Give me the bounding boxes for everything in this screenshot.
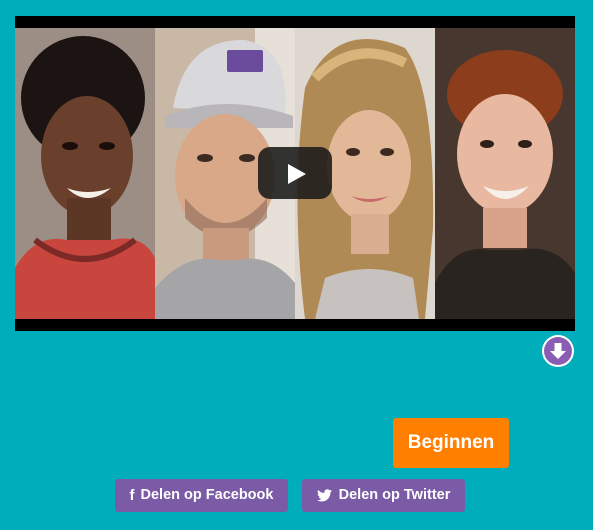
share-facebook-label: Delen op Facebook: [140, 487, 274, 503]
person-portrait-icon: [435, 28, 575, 319]
video-player[interactable]: [15, 16, 575, 331]
video-thumbnail-frame-1: [15, 28, 155, 319]
scroll-down-button[interactable]: [544, 337, 572, 365]
share-facebook-button[interactable]: f Delen op Facebook: [115, 479, 288, 512]
share-twitter-button[interactable]: Delen op Twitter: [302, 479, 465, 512]
play-icon: [288, 164, 306, 184]
share-twitter-label: Delen op Twitter: [338, 487, 451, 503]
facebook-icon: f: [129, 487, 135, 504]
begin-button[interactable]: Beginnen: [393, 418, 509, 468]
video-thumbnail-frame-4: [435, 28, 575, 319]
twitter-icon: [316, 489, 332, 502]
person-portrait-icon: [15, 28, 155, 319]
play-button[interactable]: [258, 147, 332, 199]
arrow-down-icon: [550, 343, 566, 359]
